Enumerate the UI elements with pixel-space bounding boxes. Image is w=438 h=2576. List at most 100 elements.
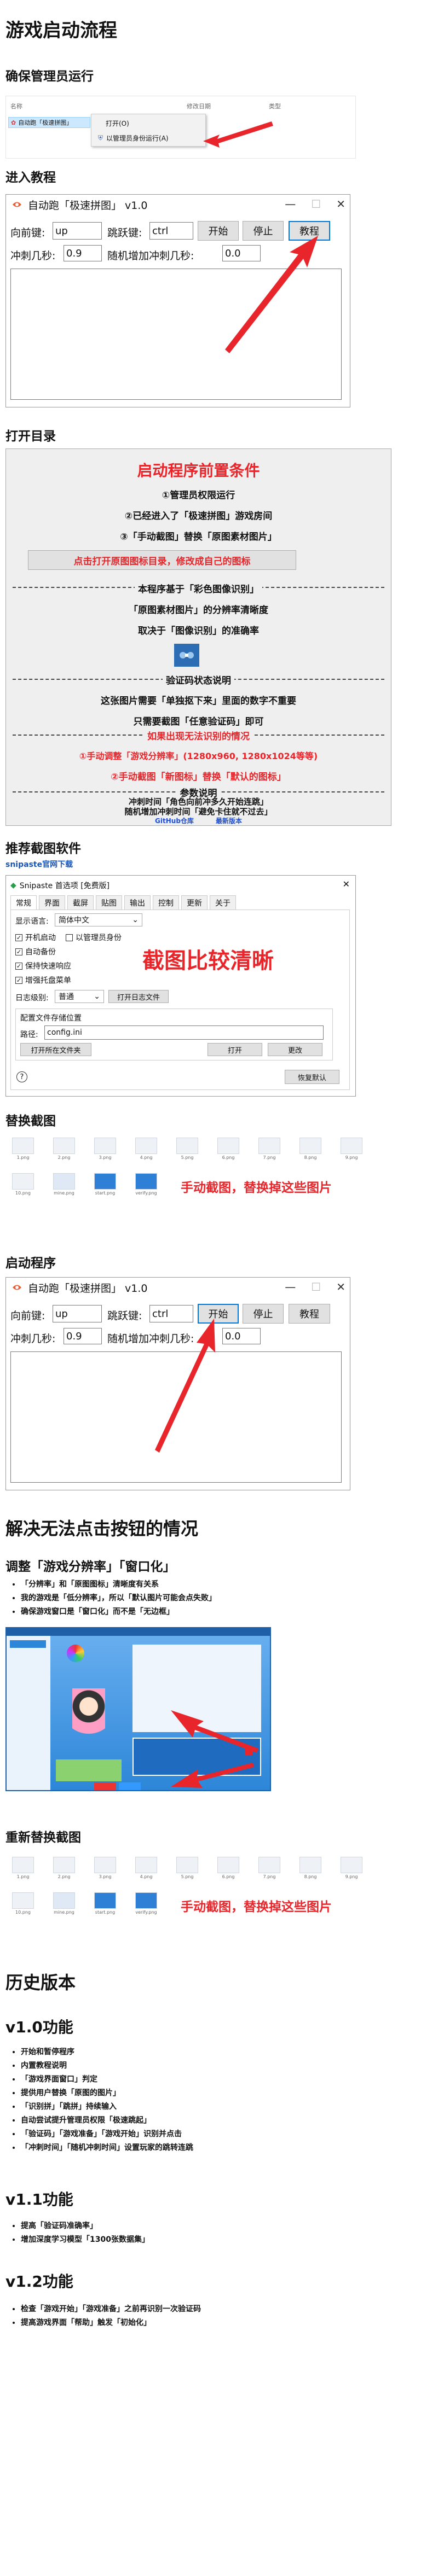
thumb-caption: mine.png xyxy=(54,1910,74,1915)
start-button[interactable]: 开始 xyxy=(198,221,239,241)
thumb-caption: verify.png xyxy=(135,1191,157,1196)
section-v10-heading: v1.0功能 xyxy=(5,2018,73,2036)
thumb-caption: start.png xyxy=(95,1910,116,1915)
thumb-caption: 1.png xyxy=(16,1155,30,1160)
thumb-image xyxy=(258,1857,280,1873)
resolution-panel xyxy=(132,1738,261,1776)
backup-checkbox[interactable]: ✓ 自动备份 xyxy=(15,946,56,957)
snipaste-general-panel: 显示语言: 简体中文 ⌄ ✓ 开机启动 以管理员身份 ✓ 自动备份 ✓ 保持快速响应 ✓… xyxy=(10,910,350,1090)
thumb-caption: 7.png xyxy=(263,1874,276,1879)
section-start-heading: 启动程序 xyxy=(5,1256,56,1270)
stop-button[interactable]: 停止 xyxy=(243,1304,284,1324)
snipaste-download-link[interactable]: snipaste官网下载 xyxy=(5,859,73,870)
latest-version-link[interactable]: 最新版本 xyxy=(216,817,242,825)
admin-checkbox[interactable]: 以管理员身份 xyxy=(66,932,122,943)
sprint-input[interactable]: 0.9 xyxy=(64,1328,102,1344)
tutorial-button[interactable]: 教程 xyxy=(289,1304,330,1324)
log-level-label: 日志级别: xyxy=(15,994,49,1003)
list-item: 「冲刺时间」「随机冲刺时间」设置玩家的跳转连跳 xyxy=(21,2141,193,2155)
start-button[interactable]: 开始 xyxy=(198,1304,239,1324)
app-window-start: 自动跑「极速拼图」 v1.0 — ☐ ✕ 向前键: up 跳跃键: ctrl 开… xyxy=(5,1277,350,1490)
minimize-icon[interactable]: — xyxy=(285,197,296,211)
minimize-icon[interactable]: — xyxy=(285,1280,296,1293)
tab-interface[interactable]: 界面 xyxy=(39,895,65,910)
thumb-caption: 3.png xyxy=(99,1155,112,1160)
list-item: 「验证码」「游戏准备」「游戏开始」识别并点击 xyxy=(21,2128,193,2141)
thumb-image xyxy=(341,1857,362,1873)
help-icon[interactable]: ? xyxy=(16,1071,27,1082)
open-icon-dir-button[interactable]: 点击打开原图图标目录，修改成自己的图标 xyxy=(28,550,296,570)
guide-heading: 启动程序前置条件 xyxy=(137,462,260,480)
thumb-image xyxy=(53,1892,75,1909)
github-link[interactable]: GitHub仓库 xyxy=(155,817,194,825)
tray-menu-checkbox[interactable]: ✓ 增强托盘菜单 xyxy=(15,975,71,986)
thumb-image xyxy=(135,1892,157,1909)
thumb-image xyxy=(12,1892,34,1909)
window-titlebar: 自动跑「极速拼图」 v1.0 — ☐ ✕ xyxy=(6,195,350,214)
section-replace-heading: 替换截图 xyxy=(5,1114,56,1128)
tutorial-button[interactable]: 教程 xyxy=(289,221,330,241)
context-menu: 打开(O) ⛨ 以管理员身份运行(A) xyxy=(91,114,206,147)
close-icon[interactable]: ✕ xyxy=(336,197,345,211)
verify-code-image xyxy=(174,644,199,667)
fail-line-1: ①手动调整「游戏分辨率」(1280x960, 1280x1024等等) xyxy=(79,751,318,761)
section-v12-heading: v1.2功能 xyxy=(5,2272,73,2291)
thumb-image xyxy=(258,1138,280,1154)
snipaste-title: Snipaste 首选项 [免费版] xyxy=(19,882,110,890)
sprint-input[interactable]: 0.9 xyxy=(64,245,102,261)
thumb-image xyxy=(176,1857,198,1873)
language-select[interactable]: 简体中文 ⌄ xyxy=(55,913,142,926)
open-log-button[interactable]: 打开日志文件 xyxy=(108,990,169,1003)
verify-line-2: 只需要截图「任意验证码」即可 xyxy=(133,716,264,727)
list-item: 提高游戏界面「帮助」触发「初始化」 xyxy=(21,2316,201,2330)
restore-default-button[interactable]: 恢复默认 xyxy=(285,1070,339,1084)
open-button[interactable]: 打开 xyxy=(208,1043,262,1056)
tab-capture[interactable]: 截屏 xyxy=(67,895,94,910)
tab-update[interactable]: 更新 xyxy=(181,895,208,910)
maximize-icon[interactable]: ☐ xyxy=(311,197,321,211)
maximize-icon[interactable]: ☐ xyxy=(311,1280,321,1293)
thumb-caption: 7.png xyxy=(263,1155,276,1160)
thumb-image xyxy=(135,1857,157,1873)
close-icon[interactable]: ✕ xyxy=(343,879,350,889)
thumb-caption: verify.png xyxy=(135,1910,157,1915)
label-sprint: 冲刺几秒: xyxy=(10,250,56,262)
jump-key-input[interactable]: ctrl xyxy=(149,222,193,240)
label-forward-key: 向前键: xyxy=(10,1310,45,1322)
jump-key-input[interactable]: ctrl xyxy=(149,1305,193,1322)
forward-key-input[interactable]: up xyxy=(53,1305,102,1322)
explorer-window: 名称 修改日期 类型 ✿ 自动跑「极速拼图」 打开(O) ⛨ 以管理员身份运行(… xyxy=(5,96,356,159)
replace-note: 手动截图，替换掉这些图片 xyxy=(181,1181,332,1195)
forward-key-input[interactable]: up xyxy=(53,222,102,240)
file-row[interactable]: ✿ 自动跑「极速拼图」 xyxy=(8,117,90,128)
section-admin-heading: 确保管理员运行 xyxy=(5,69,94,84)
close-icon[interactable]: ✕ xyxy=(336,1280,345,1293)
menu-open[interactable]: 打开(O) xyxy=(106,119,129,128)
tab-general[interactable]: 常规 xyxy=(10,895,37,910)
language-label: 显示语言: xyxy=(15,917,49,926)
param-line-2: 随机增加冲刺时间「避免卡住就不过去」 xyxy=(124,807,273,817)
fast-response-checkbox[interactable]: ✓ 保持快速响应 xyxy=(15,960,71,971)
section-verify: 验证码状态说明 xyxy=(163,675,234,686)
log-level-select[interactable]: 普通 ⌄ xyxy=(55,990,104,1003)
tab-paste[interactable]: 贴图 xyxy=(96,895,122,910)
game-character xyxy=(72,1688,105,1749)
change-button[interactable]: 更改 xyxy=(268,1043,322,1056)
stop-button[interactable]: 停止 xyxy=(243,221,284,241)
path-input[interactable]: config.ini xyxy=(44,1025,324,1040)
thumb-image xyxy=(299,1138,321,1154)
game-sidebar xyxy=(7,1636,50,1790)
window-title: 自动跑「极速拼图」 v1.0 xyxy=(28,1282,148,1295)
tab-control[interactable]: 控制 xyxy=(153,895,179,910)
random-sprint-input[interactable]: 0.0 xyxy=(222,245,261,261)
autostart-checkbox[interactable]: ✓ 开机启动 xyxy=(15,932,56,943)
tab-about[interactable]: 关于 xyxy=(210,895,236,910)
random-sprint-input[interactable]: 0.0 xyxy=(222,1328,261,1344)
thumb-image xyxy=(53,1173,75,1190)
list-item: 「游戏界面窗口」判定 xyxy=(21,2073,193,2087)
thumb-image xyxy=(12,1138,34,1154)
menu-run-as-admin[interactable]: ⛨ 以管理员身份运行(A) xyxy=(94,132,203,144)
tab-output[interactable]: 输出 xyxy=(124,895,151,910)
open-folder-button[interactable]: 打开所在文件夹 xyxy=(20,1043,91,1056)
section-replace2-heading: 重新替换截图 xyxy=(5,1831,81,1845)
